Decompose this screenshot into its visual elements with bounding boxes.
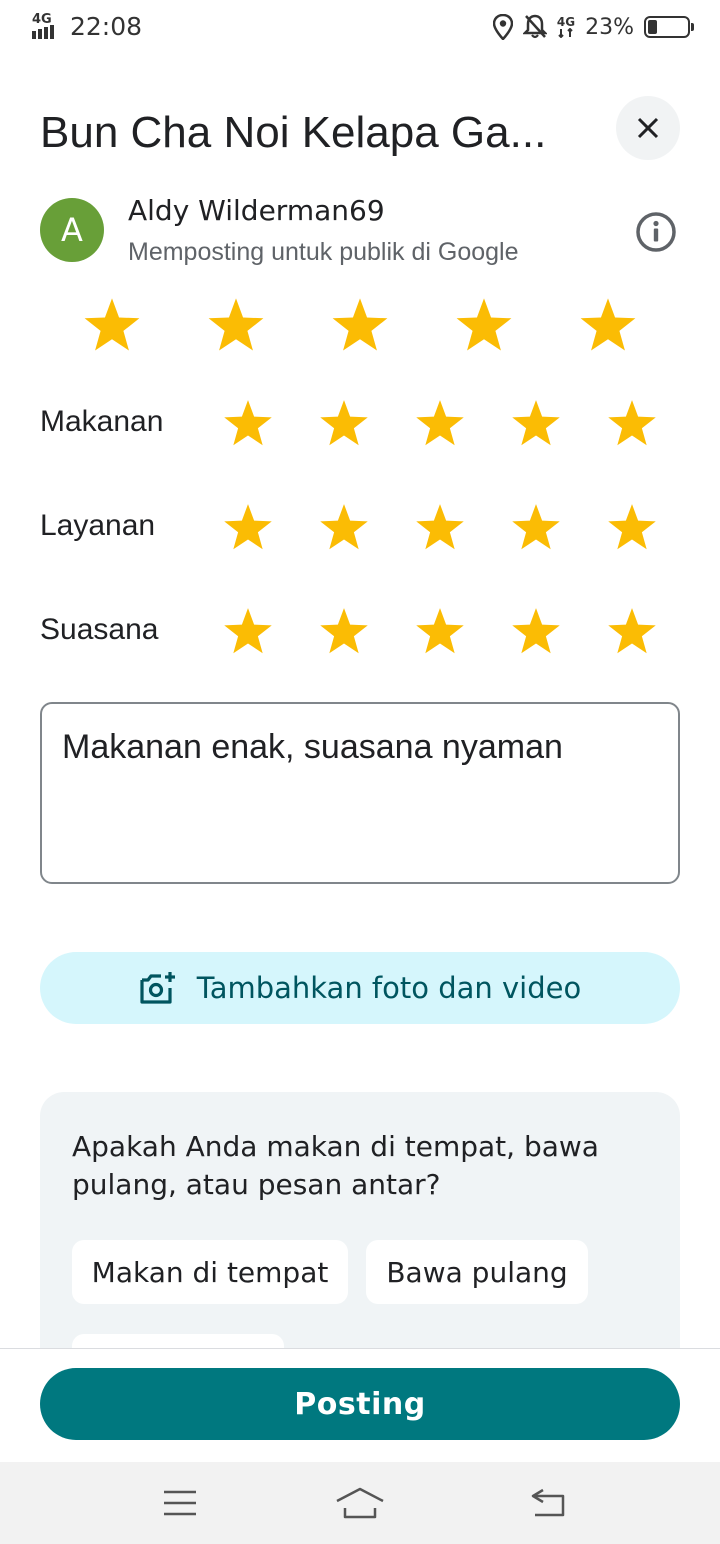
star-filled-icon[interactable] bbox=[318, 502, 370, 554]
clock: 22:08 bbox=[70, 12, 143, 41]
signal-icon: 4G bbox=[32, 13, 62, 41]
add-photos-videos-label: Tambahkan foto dan video bbox=[196, 971, 582, 1005]
star-filled-icon[interactable] bbox=[454, 296, 514, 356]
recent-apps-button[interactable] bbox=[150, 1478, 210, 1528]
location-icon bbox=[492, 14, 513, 40]
star-filled-icon[interactable] bbox=[578, 296, 638, 356]
star-filled-icon[interactable] bbox=[222, 502, 274, 554]
battery-icon bbox=[644, 16, 694, 38]
star-filled-icon[interactable] bbox=[222, 606, 274, 658]
star-filled-icon[interactable] bbox=[206, 296, 266, 356]
star-filled-icon[interactable] bbox=[330, 296, 390, 356]
star-filled-icon[interactable] bbox=[510, 606, 562, 658]
network-type-2: 4G bbox=[556, 15, 576, 29]
dining-option-question: Apakah Anda makan di tempat, bawa pulang… bbox=[72, 1130, 599, 1201]
star-filled-icon[interactable] bbox=[318, 606, 370, 658]
posting-visibility-note: Memposting untuk publik di Google bbox=[128, 238, 519, 266]
info-icon bbox=[636, 212, 676, 252]
star-filled-icon[interactable] bbox=[414, 398, 466, 450]
add-photos-videos-button[interactable]: Tambahkan foto dan video bbox=[40, 952, 680, 1024]
add-photo-icon bbox=[140, 972, 175, 1004]
home-button[interactable] bbox=[330, 1478, 390, 1528]
home-icon bbox=[336, 1487, 384, 1519]
menu-icon bbox=[164, 1490, 196, 1516]
star-filled-icon[interactable] bbox=[510, 502, 562, 554]
rating-label-suasana: Suasana bbox=[40, 613, 159, 646]
review-text-field[interactable]: Makanan enak, suasana nyaman bbox=[40, 702, 680, 884]
rating-label-makanan: Makanan bbox=[40, 405, 164, 438]
system-nav-bar bbox=[0, 1462, 720, 1544]
back-icon bbox=[531, 1488, 565, 1517]
star-filled-icon[interactable] bbox=[606, 398, 658, 450]
bell-off-icon bbox=[522, 14, 547, 39]
mobile-data-icon: 4G bbox=[557, 16, 575, 38]
close-icon bbox=[637, 117, 659, 139]
star-filled-icon[interactable] bbox=[318, 398, 370, 450]
avatar: A bbox=[40, 198, 104, 262]
dining-option-card: Apakah Anda makan di tempat, bawa pulang… bbox=[40, 1092, 680, 1398]
user-name: Aldy Wilderman69 bbox=[128, 194, 385, 227]
post-button[interactable]: Posting bbox=[40, 1368, 680, 1440]
status-bar: 4G 22:08 4G 23% bbox=[0, 0, 720, 56]
star-filled-icon[interactable] bbox=[510, 398, 562, 450]
battery-percent: 23% bbox=[585, 14, 634, 40]
star-filled-icon[interactable] bbox=[414, 502, 466, 554]
star-filled-icon[interactable] bbox=[82, 296, 142, 356]
star-filled-icon[interactable] bbox=[414, 606, 466, 658]
star-filled-icon[interactable] bbox=[606, 606, 658, 658]
info-button[interactable] bbox=[632, 208, 680, 256]
star-filled-icon[interactable] bbox=[222, 398, 274, 450]
place-title: Bun Cha Noi Kelapa Ga... bbox=[40, 108, 547, 157]
option-takeaway[interactable]: Bawa pulang bbox=[366, 1240, 588, 1304]
option-dine-in[interactable]: Makan di tempat bbox=[72, 1240, 348, 1304]
star-filled-icon[interactable] bbox=[606, 502, 658, 554]
back-button[interactable] bbox=[518, 1478, 578, 1528]
close-button[interactable] bbox=[616, 96, 680, 160]
rating-label-layanan: Layanan bbox=[40, 509, 156, 542]
